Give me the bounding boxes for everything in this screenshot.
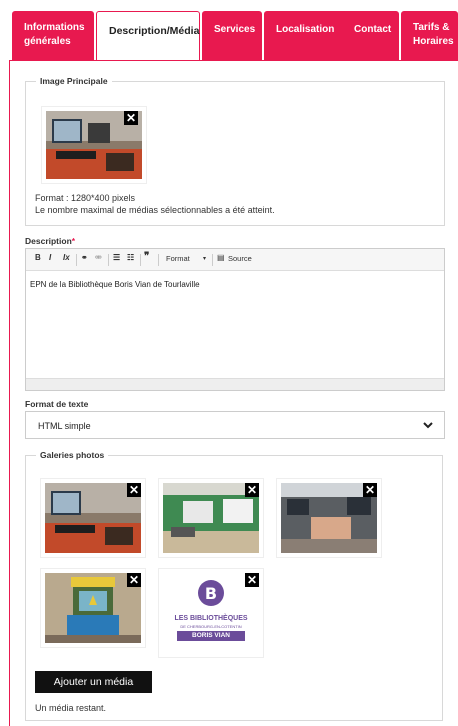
main-image-format: Format : 1280*400 pixels [35,193,136,203]
bold-button[interactable]: B [35,253,41,262]
description-label: Description* [25,236,75,246]
text-format-label: Format de texte [25,399,89,409]
logo-line-2: DE CHERBOURG-EN-COTENTIN [180,624,242,629]
italic-button[interactable]: I [49,253,51,262]
remove-media-icon[interactable]: ✕ [127,483,141,497]
remove-media-icon[interactable]: ✕ [363,483,377,497]
editor-toolbar: B I Ix ⚭ ⚮ ☰ ☷ ❞ Format ▾ ▤ Source [26,249,444,271]
main-image-limit-note: Le nombre maximal de médias sélectionnab… [35,205,275,215]
link-icon[interactable]: ⚭ [81,253,88,262]
tab-label-line2: générales [24,36,71,47]
svg-text:B: B [205,584,217,603]
text-format-selected: HTML simple [38,421,91,431]
remove-media-icon[interactable]: ✕ [245,573,259,587]
toolbar-separator [140,254,141,266]
text-format-select[interactable]: HTML simple [25,411,445,439]
logo-line-1: LES BIBLIOTHÈQUES [174,615,248,622]
chevron-down-icon [423,422,433,429]
toolbar-separator [108,254,109,266]
gallery-legend: Galeries photos [36,450,109,460]
format-dropdown[interactable]: Format [166,254,190,263]
tab-label: Services [214,24,256,35]
format-dropdown-caret-icon[interactable]: ▾ [203,255,206,262]
remove-media-icon[interactable]: ✕ [127,573,141,587]
tab-tarifs-horaires[interactable]: Tarifs & Horaires [401,11,458,60]
numbered-list-icon[interactable]: ☷ [127,253,134,262]
add-media-button[interactable]: Ajouter un média [35,671,152,693]
source-doc-icon: ▤ [217,253,225,262]
main-image-card[interactable]: ✕ [41,106,147,184]
tab-bar: Informations générales Description/Média… [12,11,458,61]
tab-label: Contact [354,24,392,35]
unlink-icon[interactable]: ⚮ [95,253,102,262]
description-label-text: Description [25,236,72,246]
gallery-fieldset: Galeries photos ✕ ✕ ✕ ✕ B LES BIBLIOTHÈQ… [25,450,443,721]
gallery-item[interactable]: ✕ [40,478,146,558]
gallery-item[interactable]: B LES BIBLIOTHÈQUES DE CHERBOURG-EN-COTE… [158,568,264,658]
tab-label-line1: Informations [24,22,85,33]
tab-divider [9,60,458,61]
required-mark: * [71,236,76,246]
tab-informations-generales[interactable]: Informations générales [12,11,94,60]
tab-localisation[interactable]: Localisation [264,11,350,60]
main-image-legend: Image Principale [36,76,112,86]
tab-services[interactable]: Services [202,11,262,60]
tab-description-media[interactable]: Description/Média [96,11,200,61]
logo-line-3: BORIS VIAN [192,632,230,639]
toolbar-separator [158,254,159,266]
editor-status-bar [26,378,444,390]
tab-label-line2: Horaires [413,36,454,47]
blockquote-icon[interactable]: ❞ [144,251,149,262]
toolbar-separator [76,254,77,266]
content-border [9,60,10,726]
gallery-item[interactable]: ✕ [40,568,146,648]
remove-media-icon[interactable]: ✕ [245,483,259,497]
main-image-fieldset: Image Principale ✕ Format : 1280*400 pix… [25,76,445,226]
tab-label: Description/Média [109,25,200,37]
remove-main-image-icon[interactable]: ✕ [124,111,138,125]
page: Informations générales Description/Média… [0,0,458,726]
description-content[interactable]: EPN de la Bibliothèque Boris Vian de Tou… [30,280,200,289]
source-button[interactable]: Source [228,254,252,263]
gallery-item[interactable]: ✕ [158,478,264,558]
description-editor: B I Ix ⚭ ⚮ ☰ ☷ ❞ Format ▾ ▤ Source EPN d… [25,248,445,391]
tab-contact[interactable]: Contact [342,11,399,60]
remaining-media-note: Un média restant. [35,703,107,713]
tab-label: Localisation [276,24,335,35]
gallery-item[interactable]: ✕ [276,478,382,558]
tab-label-line1: Tarifs & [413,22,450,33]
toolbar-separator [212,254,213,266]
bulleted-list-icon[interactable]: ☰ [113,253,120,262]
remove-format-button[interactable]: Ix [63,253,70,262]
